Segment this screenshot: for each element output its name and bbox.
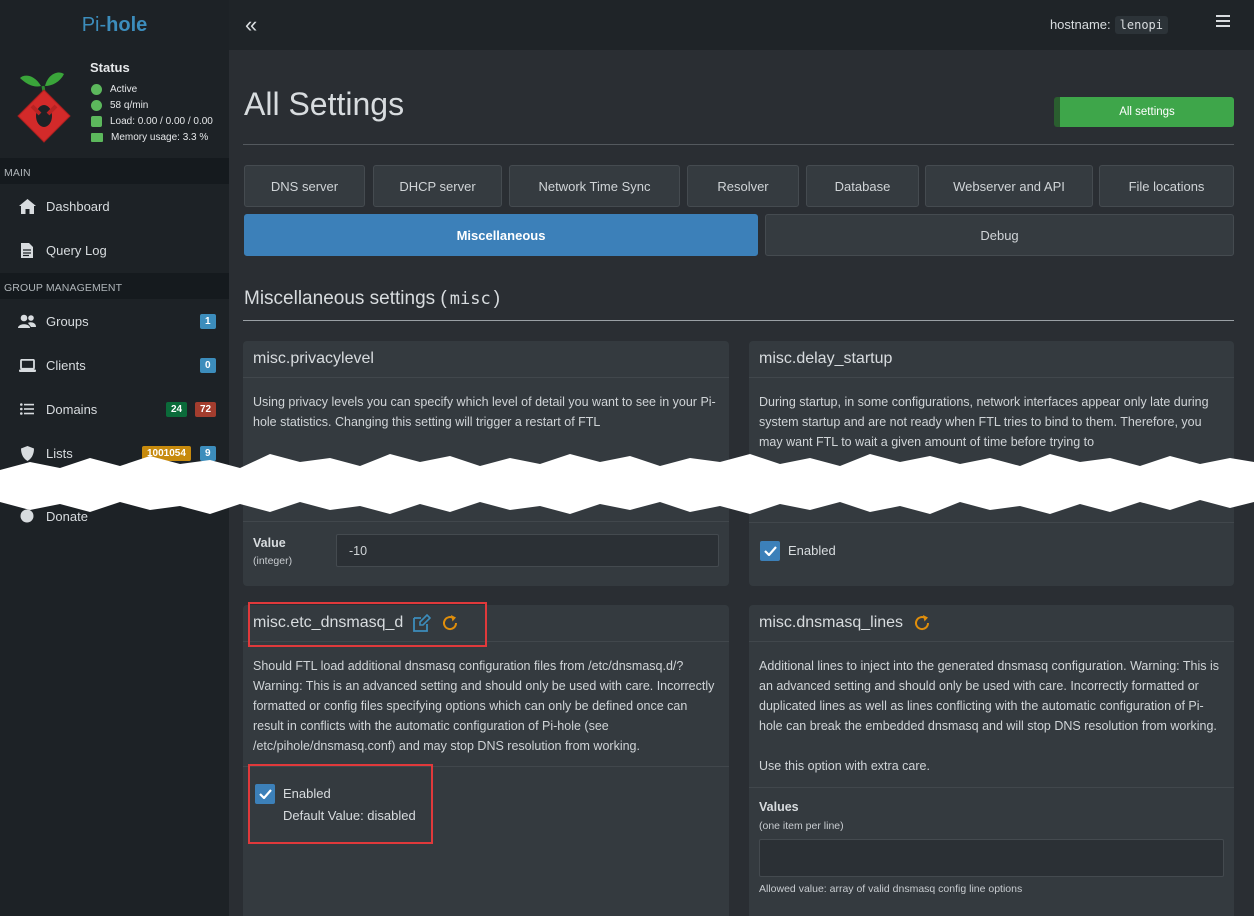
sidebar-item-query-log[interactable]: Query Log <box>0 230 229 270</box>
card-description: Additional lines to inject into the gene… <box>759 659 1219 733</box>
status-load: Load: 0.00 / 0.00 / 0.00 <box>91 116 213 127</box>
pihole-logo-icon <box>17 72 71 143</box>
users-icon <box>18 312 36 330</box>
tab-dhcp-server[interactable]: DHCP server <box>373 165 502 207</box>
page-title: All Settings <box>244 86 405 122</box>
status-title: Status <box>90 60 130 75</box>
laptop-icon <box>18 356 36 374</box>
status-memory: Memory usage: 3.3 % <box>91 132 208 143</box>
file-icon <box>18 241 36 259</box>
tab-miscellaneous[interactable]: Miscellaneous <box>244 214 758 256</box>
count-badge: 1 <box>200 313 216 329</box>
values-hint: (one item per line) <box>759 820 844 832</box>
sidebar-item-dashboard[interactable]: Dashboard <box>0 186 229 226</box>
dnsmasq-lines-textarea[interactable] <box>759 839 1224 877</box>
tab-dns-server[interactable]: DNS server <box>244 165 365 207</box>
highlight-box-title <box>248 602 487 647</box>
section-title-text: Miscellaneous settings ( <box>244 288 447 309</box>
allow-count-badge: 24 <box>166 401 188 417</box>
tab-database[interactable]: Database <box>806 165 919 207</box>
tab-network-time-sync[interactable]: Network Time Sync <box>509 165 680 207</box>
hostname-display: hostname: lenopi <box>1049 16 1168 34</box>
sidebar-item-label: Groups <box>46 313 89 329</box>
card-title: misc.delay_startup <box>749 341 1234 378</box>
sidebar-collapse-icon[interactable]: « <box>245 14 257 36</box>
card-misc-dnsmasq-lines: misc.dnsmasq_lines Additional lines to i… <box>749 605 1234 916</box>
count-badge: 0 <box>200 357 216 373</box>
sidebar-item-groups[interactable]: Groups 1 <box>0 301 229 341</box>
card-description: Should FTL load additional dnsmasq confi… <box>253 659 715 753</box>
divider <box>243 144 1234 145</box>
status-load-text: Load: 0.00 / 0.00 / 0.00 <box>110 116 213 127</box>
home-icon <box>18 197 36 215</box>
sidebar-item-label: Dashboard <box>46 198 110 214</box>
card-title: misc.privacylevel <box>243 341 729 378</box>
tab-webserver-and-api[interactable]: Webserver and API <box>925 165 1093 207</box>
sidebar-item-label: Query Log <box>46 242 107 258</box>
card-divider <box>749 787 1234 788</box>
top-navbar: « hostname: lenopi <box>229 0 1254 50</box>
highlight-box-checkbox <box>248 764 433 844</box>
sidebar-item-clients[interactable]: Clients 0 <box>0 345 229 385</box>
deny-count-badge: 72 <box>195 401 217 417</box>
sidebar-item-label: Clients <box>46 357 86 373</box>
values-label: Values <box>759 800 799 814</box>
card-misc-etc-dnsmasq-d: misc.etc_dnsmasq_d Should FTL load addit… <box>243 605 729 916</box>
card-description-extra: Use this option with extra care. <box>759 759 930 773</box>
brand-name: hole <box>106 13 148 36</box>
torn-edge-divider <box>0 454 1254 514</box>
tab-debug[interactable]: Debug <box>765 214 1234 256</box>
status-panel: Status Active 58 q/min Load: 0.00 / 0.00… <box>0 50 229 156</box>
tab-resolver[interactable]: Resolver <box>687 165 799 207</box>
nav-header-group: GROUP MANAGEMENT <box>0 273 229 299</box>
section-title-code: misc <box>449 289 491 309</box>
all-settings-toggle-button[interactable]: All settings <box>1054 97 1234 127</box>
value-type: (integer) <box>253 555 293 567</box>
allowed-value-text: Allowed value: array of valid dnsmasq co… <box>759 883 1023 895</box>
sidebar-item-domains[interactable]: Domains 24 72 <box>0 389 229 429</box>
status-qpm-text: 58 q/min <box>110 100 149 111</box>
hostname-label: hostname: <box>1049 17 1111 32</box>
section-title: Miscellaneous settings (misc) <box>244 288 500 310</box>
cpu-icon <box>91 116 102 127</box>
status-active-text: Active <box>110 84 138 95</box>
hostname-value: lenopi <box>1114 16 1168 34</box>
status-active: Active <box>91 84 137 95</box>
card-header: misc.dnsmasq_lines <box>749 605 1234 642</box>
list-icon <box>18 400 36 418</box>
status-memory-text: Memory usage: 3.3 % <box>111 132 209 143</box>
reset-icon[interactable] <box>913 614 931 632</box>
enabled-label: Enabled <box>788 543 836 558</box>
brand-logo-text[interactable]: Pi-hole <box>0 0 229 50</box>
status-dot-icon <box>91 84 102 95</box>
memory-icon <box>91 133 103 142</box>
section-divider <box>243 320 1234 321</box>
status-qpm: 58 q/min <box>91 100 148 111</box>
tab-file-locations[interactable]: File locations <box>1099 165 1234 207</box>
section-title-close: ) <box>493 288 501 309</box>
card-title: misc.dnsmasq_lines <box>759 614 904 631</box>
nav-header-main: MAIN <box>0 158 229 184</box>
brand-prefix: Pi- <box>81 13 107 36</box>
card-description: Using privacy levels you can specify whi… <box>253 395 716 429</box>
gauge-icon <box>91 100 102 111</box>
hamburger-menu-icon[interactable] <box>1216 15 1230 29</box>
sidebar-item-label: Domains <box>46 401 98 417</box>
delay-startup-checkbox[interactable] <box>760 541 780 561</box>
